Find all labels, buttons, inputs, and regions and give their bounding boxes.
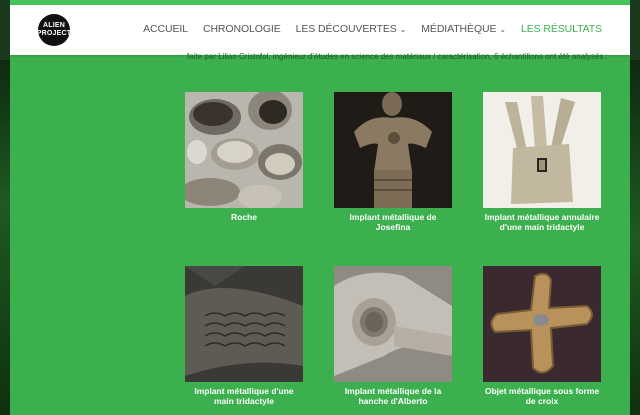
- nav-item-resultats[interactable]: LES RÉSULTATS: [521, 23, 602, 35]
- site-header: ALIEN PROJECT ACCUEIL CHRONOLOGIE LES DÉ…: [10, 5, 630, 55]
- card-caption: Implant métallique de la hanche d'Albert…: [344, 386, 442, 406]
- page-container: ALIEN PROJECT ACCUEIL CHRONOLOGIE LES DÉ…: [10, 0, 630, 415]
- nav-label: LES DÉCOUVERTES: [295, 23, 397, 35]
- logo-line-2: PROJECT: [36, 30, 72, 37]
- scales-photo[interactable]: [185, 266, 303, 382]
- figure-photo[interactable]: [334, 92, 452, 208]
- nav-item-chronologie[interactable]: CHRONOLOGIE: [203, 23, 281, 35]
- card-caption: Implant métallique annulaire d'une main …: [484, 212, 600, 232]
- nav-item-decouvertes[interactable]: LES DÉCOUVERTES ⌄: [296, 23, 407, 35]
- background-right-edge: [630, 60, 640, 415]
- rock-photo[interactable]: [185, 92, 303, 208]
- result-card[interactable]: Implant métallique de Josefina: [334, 92, 452, 232]
- logo-line-1: ALIEN: [43, 22, 65, 29]
- result-card[interactable]: Implant métallique annulaire d'une main …: [483, 92, 601, 232]
- nav-label: CHRONOLOGIE: [202, 23, 281, 35]
- background-left-edge: [0, 60, 10, 415]
- result-card[interactable]: Implant métallique de la hanche d'Albert…: [334, 266, 452, 406]
- intro-text: faite par Lilian Cristofol, ingénieur d'…: [187, 52, 607, 61]
- chevron-down-icon: ⌄: [499, 25, 507, 34]
- main-nav: ACCUEIL CHRONOLOGIE LES DÉCOUVERTES ⌄ MÉD…: [128, 23, 602, 35]
- result-card[interactable]: Roche: [185, 92, 303, 223]
- nav-item-mediatheque[interactable]: MÉDIATHÈQUE ⌄: [421, 23, 506, 35]
- site-logo[interactable]: ALIEN PROJECT: [36, 14, 72, 46]
- card-caption: Implant métallique d'une main tridactyle: [194, 386, 294, 406]
- result-card[interactable]: Objet métallique sous forme de croix: [483, 266, 601, 406]
- card-caption: Implant métallique de Josefina: [349, 212, 437, 232]
- cross-photo[interactable]: [483, 266, 601, 382]
- card-caption: Roche: [231, 212, 257, 222]
- nav-label: LES RÉSULTATS: [521, 23, 602, 35]
- bone-photo[interactable]: [334, 266, 452, 382]
- nav-label: ACCUEIL: [143, 23, 188, 35]
- card-caption: Objet métallique sous forme de croix: [484, 386, 600, 406]
- hand-photo[interactable]: [483, 92, 601, 208]
- nav-label: MÉDIATHÈQUE: [421, 23, 497, 35]
- nav-item-accueil[interactable]: ACCUEIL: [143, 23, 188, 35]
- chevron-down-icon: ⌄: [399, 25, 407, 34]
- result-card[interactable]: Implant métallique d'une main tridactyle: [185, 266, 303, 406]
